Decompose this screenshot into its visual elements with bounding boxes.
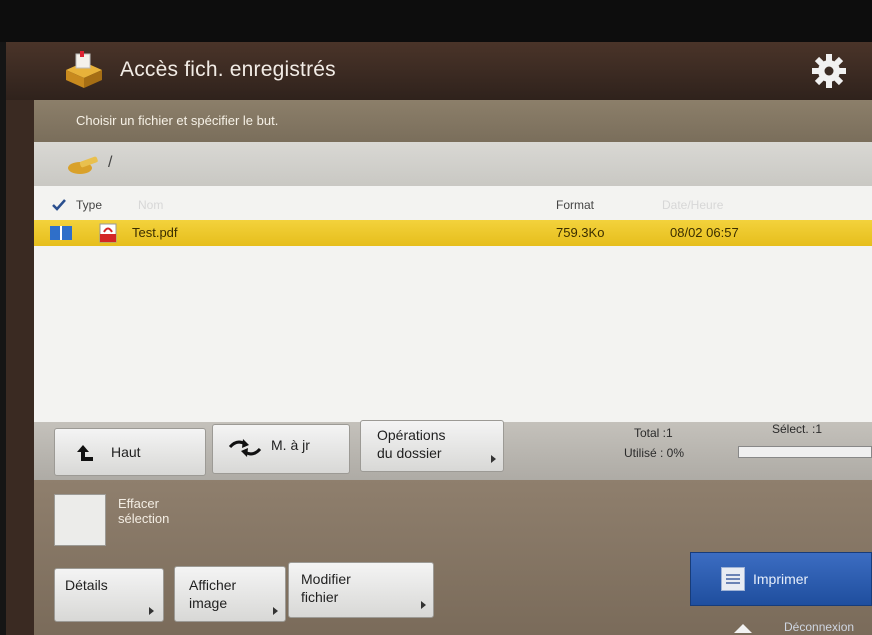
up-arrow-icon <box>77 445 93 461</box>
folder-operations-button[interactable]: Opérations du dossier <box>360 420 504 472</box>
print-button[interactable]: Imprimer <box>690 552 872 606</box>
view-image-button[interactable]: Afficher image <box>174 566 286 622</box>
list-toolbar: Haut M. à jr Opérations du dossier Total… <box>34 420 872 480</box>
device-screen: Accès fich. enregistrés Choisir un fichi… <box>6 42 872 635</box>
clear-selection-label[interactable]: Effacer sélection <box>118 496 198 526</box>
chevron-right-icon <box>149 607 154 615</box>
table-row[interactable]: Test.pdf 759.3Ko 08/02 06:57 <box>34 220 872 246</box>
print-icon <box>721 567 745 591</box>
selected-book-icon <box>50 226 72 240</box>
total-count: Total :1 <box>634 426 673 440</box>
file-list: Type Nom Format Date/Heure Test.pdf 759.… <box>34 186 872 422</box>
storage-used: Utilisé : 0% <box>624 446 685 460</box>
pdf-file-icon <box>99 223 117 243</box>
details-label: Détails <box>65 577 108 593</box>
file-date: 08/02 06:57 <box>670 225 739 240</box>
edit-line1: Modifier <box>301 571 351 587</box>
check-icon[interactable] <box>52 199 66 211</box>
folder-ops-line1: Opérations <box>377 427 446 443</box>
list-header: Type Nom Format Date/Heure <box>34 192 872 218</box>
gear-icon[interactable] <box>810 52 848 90</box>
clear-line1: Effacer <box>118 496 159 511</box>
file-box-icon <box>66 51 102 88</box>
column-header-name[interactable]: Nom <box>138 198 163 212</box>
chevron-right-icon <box>491 455 496 463</box>
folder-key-icon <box>68 156 98 174</box>
current-path: / <box>108 154 113 171</box>
column-header-type[interactable]: Type <box>76 198 102 212</box>
logout-button[interactable]: Déconnexion <box>784 620 854 634</box>
storage-progress-bar <box>738 446 872 458</box>
file-size: 759.3Ko <box>556 225 605 240</box>
path-bar: / <box>34 142 872 186</box>
column-header-format[interactable]: Format <box>556 198 594 212</box>
clear-selection-button[interactable] <box>54 494 106 546</box>
up-button[interactable]: Haut <box>54 428 206 476</box>
refresh-button[interactable]: M. à jr <box>212 424 350 474</box>
edit-file-button[interactable]: Modifier fichier <box>288 562 434 618</box>
file-name: Test.pdf <box>132 225 178 240</box>
details-button[interactable]: Détails <box>54 568 164 622</box>
view-line2: image <box>189 595 228 611</box>
chevron-right-icon <box>273 607 278 615</box>
instruction-text: Choisir un fichier et spécifier le but. <box>34 100 872 142</box>
edit-line2: fichier <box>301 589 339 605</box>
print-label: Imprimer <box>753 571 809 587</box>
clear-line2: sélection <box>118 511 170 526</box>
page-title: Accès fich. enregistrés <box>120 58 336 81</box>
refresh-button-label: M. à jr <box>271 437 310 453</box>
folder-ops-line2: du dossier <box>377 445 442 461</box>
action-panel: Effacer sélection Détails Afficher image… <box>34 480 872 635</box>
device-bezel <box>0 0 872 42</box>
chevron-right-icon <box>421 601 426 609</box>
refresh-icon <box>228 439 262 457</box>
home-icon[interactable] <box>734 624 752 633</box>
selected-count: Sélect. :1 <box>772 422 823 436</box>
up-button-label: Haut <box>111 444 141 460</box>
view-line1: Afficher <box>189 577 237 593</box>
column-header-date[interactable]: Date/Heure <box>662 198 723 212</box>
title-bar: Accès fich. enregistrés <box>6 42 872 100</box>
